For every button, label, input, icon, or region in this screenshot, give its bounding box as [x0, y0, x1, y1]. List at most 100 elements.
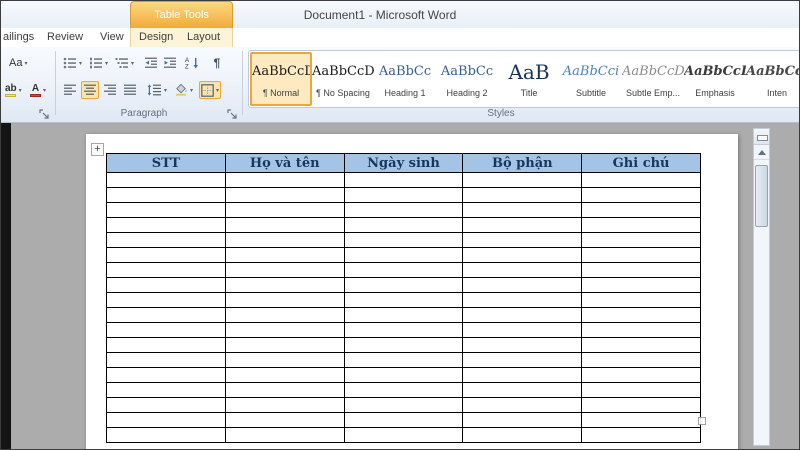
table-cell[interactable] — [107, 338, 226, 353]
table-cell[interactable] — [225, 278, 344, 293]
table-cell[interactable] — [107, 428, 226, 443]
table-cell[interactable] — [463, 293, 582, 308]
table-row[interactable] — [107, 188, 701, 203]
table-cell[interactable] — [463, 368, 582, 383]
table-cell[interactable] — [582, 248, 701, 263]
table-cell[interactable] — [463, 188, 582, 203]
table-cell[interactable] — [107, 278, 226, 293]
table-row[interactable] — [107, 293, 701, 308]
table-cell[interactable] — [463, 353, 582, 368]
table-row[interactable] — [107, 278, 701, 293]
table-cell[interactable] — [344, 218, 463, 233]
table-cell[interactable] — [344, 263, 463, 278]
table-cell[interactable] — [344, 413, 463, 428]
table-cell[interactable] — [107, 233, 226, 248]
style-emphasis[interactable]: AaBbCcDd Emphasis — [684, 52, 746, 106]
table-header-cell-name[interactable]: Họ và tên — [225, 154, 344, 173]
table-header-cell-dob[interactable]: Ngày sinh — [344, 154, 463, 173]
table-cell[interactable] — [582, 293, 701, 308]
table-row[interactable] — [107, 413, 701, 428]
bullets-button[interactable] — [61, 54, 84, 72]
decrease-indent-button[interactable] — [142, 54, 160, 72]
table-row[interactable] — [107, 173, 701, 188]
table-cell[interactable] — [225, 308, 344, 323]
table-cell[interactable] — [582, 188, 701, 203]
vertical-scrollbar[interactable] — [753, 128, 770, 446]
table-cell[interactable] — [107, 173, 226, 188]
table-cell[interactable] — [582, 173, 701, 188]
table-cell[interactable] — [463, 323, 582, 338]
table-cell[interactable] — [463, 203, 582, 218]
table-cell[interactable] — [225, 263, 344, 278]
table-move-handle[interactable] — [91, 143, 104, 156]
style-heading-2[interactable]: AaBbCc Heading 2 — [436, 52, 498, 106]
table-cell[interactable] — [582, 428, 701, 443]
table-cell[interactable] — [582, 203, 701, 218]
table-cell[interactable] — [107, 323, 226, 338]
table-cell[interactable] — [107, 218, 226, 233]
table-cell[interactable] — [344, 323, 463, 338]
table-cell[interactable] — [463, 218, 582, 233]
table-cell[interactable] — [463, 413, 582, 428]
table-row[interactable] — [107, 368, 701, 383]
table-cell[interactable] — [225, 338, 344, 353]
justify-button[interactable] — [121, 81, 139, 99]
table-cell[interactable] — [582, 263, 701, 278]
table-resize-handle[interactable] — [698, 417, 706, 425]
table-cell[interactable] — [344, 398, 463, 413]
table-cell[interactable] — [582, 383, 701, 398]
table-cell[interactable] — [582, 218, 701, 233]
sort-button[interactable]: A Z — [183, 54, 202, 72]
table-header-cell-stt[interactable]: STT — [107, 154, 226, 173]
tab-review[interactable]: Review — [47, 31, 83, 43]
style-subtle-emphasis[interactable]: AaBbCcDd Subtle Emp... — [622, 52, 684, 106]
table-cell[interactable] — [344, 233, 463, 248]
table-cell[interactable] — [225, 218, 344, 233]
borders-button[interactable] — [199, 81, 221, 99]
table-cell[interactable] — [344, 203, 463, 218]
table-cell[interactable] — [107, 383, 226, 398]
multilevel-list-button[interactable] — [113, 54, 136, 72]
table-cell[interactable] — [225, 323, 344, 338]
table-cell[interactable] — [582, 368, 701, 383]
table-row[interactable] — [107, 338, 701, 353]
align-right-button[interactable] — [101, 81, 119, 99]
table-cell[interactable] — [463, 263, 582, 278]
align-left-button[interactable] — [61, 81, 79, 99]
text-highlight-button[interactable]: ab — [3, 81, 24, 99]
table-cell[interactable] — [463, 338, 582, 353]
table-cell[interactable] — [344, 278, 463, 293]
table-cell[interactable] — [225, 428, 344, 443]
table-cell[interactable] — [225, 173, 344, 188]
table-cell[interactable] — [225, 248, 344, 263]
table-cell[interactable] — [344, 248, 463, 263]
table-cell[interactable] — [225, 413, 344, 428]
table-row[interactable] — [107, 203, 701, 218]
table-cell[interactable] — [107, 353, 226, 368]
ruler-toggle-button[interactable] — [754, 129, 769, 145]
table-row[interactable] — [107, 233, 701, 248]
style-subtitle[interactable]: AaBbCci Subtitle — [560, 52, 622, 106]
table-cell[interactable] — [582, 323, 701, 338]
table-cell[interactable] — [225, 353, 344, 368]
table-header-cell-department[interactable]: Bộ phận — [463, 154, 582, 173]
table-cell[interactable] — [225, 233, 344, 248]
table-cell[interactable] — [582, 398, 701, 413]
tab-design[interactable]: Design — [139, 31, 173, 43]
table-row[interactable] — [107, 398, 701, 413]
table-cell[interactable] — [463, 248, 582, 263]
scrollbar-thumb[interactable] — [755, 165, 768, 227]
paragraph-dialog-launcher[interactable] — [227, 107, 240, 120]
table-row[interactable] — [107, 248, 701, 263]
table-cell[interactable] — [463, 233, 582, 248]
line-spacing-button[interactable] — [145, 81, 169, 99]
table-cell[interactable] — [344, 293, 463, 308]
table-cell[interactable] — [344, 308, 463, 323]
table-cell[interactable] — [463, 278, 582, 293]
numbering-button[interactable] — [87, 54, 110, 72]
table-cell[interactable] — [107, 248, 226, 263]
table-cell[interactable] — [107, 203, 226, 218]
table-cell[interactable] — [463, 308, 582, 323]
table-cell[interactable] — [344, 353, 463, 368]
table-row[interactable] — [107, 383, 701, 398]
